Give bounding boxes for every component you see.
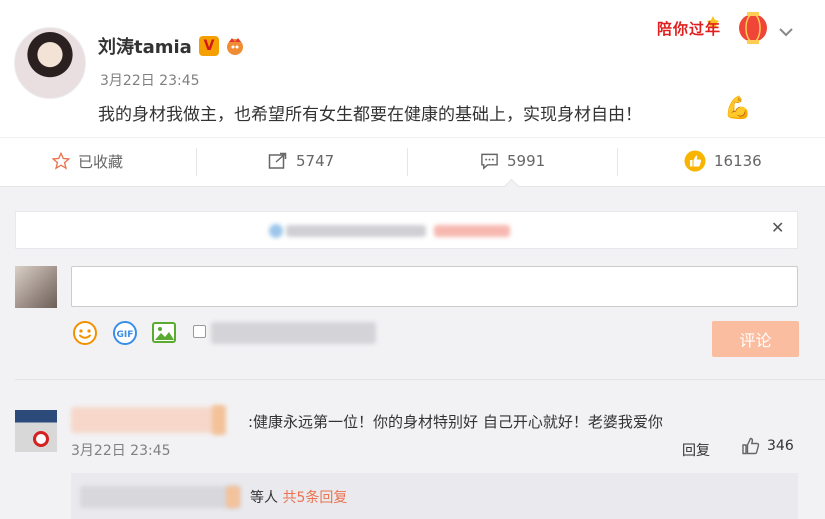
author-avatar[interactable]	[14, 27, 86, 99]
chevron-down-icon[interactable]	[778, 24, 794, 40]
repost-count: 5747	[296, 152, 335, 170]
comment-count: 5991	[507, 152, 546, 170]
view-replies-link[interactable]: 共5条回复	[282, 490, 347, 506]
post-timestamp[interactable]: 3月22日 23:45	[100, 70, 200, 90]
favorite-button[interactable]: 已收藏	[52, 146, 123, 176]
comment-notice-banner	[15, 211, 798, 249]
checkbox-redacted-label	[211, 322, 376, 344]
user-avatar[interactable]	[15, 266, 57, 308]
gif-icon[interactable]: GIF	[111, 319, 139, 347]
action-separator	[196, 148, 197, 176]
repost-icon	[268, 152, 287, 169]
emoji-icon[interactable]	[71, 319, 99, 347]
reply-button[interactable]: 回复	[682, 440, 710, 460]
svg-text:GIF: GIF	[117, 330, 134, 340]
commenter-badge-redacted	[212, 405, 226, 435]
notice-redacted-text	[286, 225, 426, 237]
also-repost-checkbox[interactable]	[193, 325, 206, 338]
comment-icon	[481, 153, 498, 170]
campaign-label[interactable]: 陪你过年	[657, 18, 721, 39]
replier-names-redacted[interactable]	[80, 486, 240, 508]
comment-input[interactable]	[71, 266, 798, 307]
thumbs-up-outline-icon	[742, 437, 760, 455]
like-button[interactable]: 16136	[684, 146, 762, 176]
post-body: 我的身材我做主，也希望所有女生都要在健康的基础上，实现身材自由！	[98, 105, 642, 125]
replier-badge-redacted	[226, 486, 240, 508]
action-separator	[407, 148, 408, 176]
action-bar-divider	[0, 137, 825, 138]
star-icon	[52, 152, 70, 170]
comment-like-count: 346	[767, 438, 794, 454]
notice-icon	[269, 224, 283, 238]
image-icon[interactable]	[150, 319, 178, 347]
like-count: 16136	[714, 152, 762, 170]
action-separator	[617, 148, 618, 176]
thumbs-up-icon	[684, 150, 706, 172]
submit-comment-button[interactable]: 评论	[712, 321, 799, 357]
replies-summary: 等人 共5条回复	[250, 490, 348, 506]
verified-v-badge: V	[199, 36, 219, 56]
vip-icon[interactable]	[224, 36, 246, 56]
comment-text: :健康永远第一位！你的身材特别好 自己开心就好！老婆我爱你	[248, 413, 663, 431]
comment-timestamp: 3月22日 23:45	[71, 443, 171, 459]
close-icon[interactable]: ✕	[771, 218, 784, 237]
notice-redacted-link[interactable]	[434, 225, 510, 237]
commenter-name-redacted[interactable]	[71, 407, 221, 433]
commenter-avatar[interactable]	[15, 410, 57, 452]
favorite-label: 已收藏	[78, 152, 124, 171]
comments-divider	[15, 379, 825, 380]
repost-button[interactable]: 5747	[268, 146, 334, 176]
comment-like-button[interactable]: 346	[741, 436, 794, 456]
comment-button[interactable]: 5991	[480, 146, 545, 176]
muscle-emoji-icon: 💪	[724, 96, 752, 121]
author-name[interactable]: 刘涛tamia	[98, 33, 192, 59]
